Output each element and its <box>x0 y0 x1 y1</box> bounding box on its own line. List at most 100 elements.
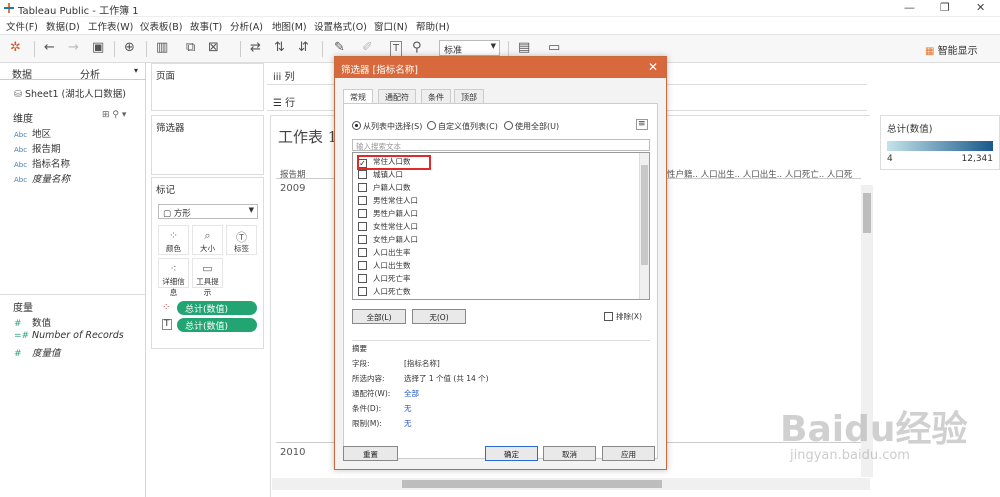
color-button[interactable]: ⁘ 颜色 <box>158 225 189 255</box>
tab-analysis[interactable]: 分析 <box>80 66 100 81</box>
pill-sum-value-label[interactable]: 总计(数值) <box>177 318 257 332</box>
tab-menu-icon[interactable]: ▾ <box>134 66 138 75</box>
summary-link[interactable]: 全部 <box>404 388 419 399</box>
list-item[interactable]: 男性户籍人口 <box>358 208 418 219</box>
horizontal-scrollbar[interactable] <box>272 478 870 490</box>
ok-button[interactable]: 确定 <box>485 446 538 461</box>
sort-asc-icon[interactable]: ⇅ <box>274 41 285 55</box>
field-name: 报告期 <box>32 144 61 155</box>
label-button[interactable]: Ⓣ 标签 <box>226 225 257 255</box>
minimize-icon[interactable]: — <box>904 1 915 14</box>
filters-card[interactable]: 筛选器 <box>151 115 264 175</box>
pill-sum-value-color[interactable]: 总计(数值) <box>177 301 257 315</box>
menu-story[interactable]: 故事(T) <box>190 19 222 33</box>
radio-custom-list[interactable]: 自定义值列表(C) <box>427 121 498 132</box>
show-me-button[interactable]: ▦ 智能显示 <box>925 42 978 57</box>
radio-selected-icon <box>352 121 361 130</box>
view-options-icon[interactable]: ⊞ ⚲ ▾ <box>102 110 126 120</box>
list-options-icon[interactable]: ≡ <box>636 119 648 130</box>
save-icon[interactable]: ▣ <box>92 41 104 55</box>
menu-worksheet[interactable]: 工作表(W) <box>88 19 133 33</box>
show-labels-icon[interactable]: T <box>390 41 403 57</box>
dimension-field[interactable]: Abc 指标名称 <box>14 156 70 170</box>
list-item[interactable]: 人口死亡数 <box>358 286 411 297</box>
menu-help[interactable]: 帮助(H) <box>416 19 450 33</box>
reset-button[interactable]: 重置 <box>343 446 398 461</box>
list-item[interactable]: 人口出生数 <box>358 260 411 271</box>
radio-use-all[interactable]: 使用全部(U) <box>504 121 559 132</box>
menu-map[interactable]: 地图(M) <box>272 19 307 33</box>
tooltip-button[interactable]: ▭ 工具提示 <box>192 258 223 297</box>
maximize-icon[interactable]: ❐ <box>940 1 950 14</box>
apply-button[interactable]: 应用 <box>602 446 655 461</box>
list-item[interactable]: 女性户籍人口 <box>358 234 418 245</box>
close-icon[interactable]: ✕ <box>976 1 985 14</box>
menu-window[interactable]: 窗口(N) <box>374 19 408 33</box>
radio-icon <box>504 121 513 130</box>
mark-type-dropdown[interactable]: ▢ 方形 ▼ <box>158 204 258 219</box>
tab-top[interactable]: 顶部 <box>454 89 484 103</box>
dimension-field[interactable]: Abc 度量名称 <box>14 171 70 185</box>
pages-card[interactable]: 页面 <box>151 63 264 111</box>
list-item-label: 人口死亡率 <box>373 274 411 283</box>
measure-field[interactable]: =# Number of Records <box>14 330 124 341</box>
list-item[interactable]: 户籍人口数 <box>358 182 411 193</box>
close-icon[interactable]: ✕ <box>648 60 658 74</box>
list-item[interactable]: 女性常住人口 <box>358 221 418 232</box>
select-none-button[interactable]: 无(O) <box>412 309 466 324</box>
show-cards-icon[interactable]: ▤ <box>518 41 530 55</box>
measure-field[interactable]: # 度量值 <box>14 345 61 359</box>
menu-dashboard[interactable]: 仪表板(B) <box>140 19 182 33</box>
highlight-icon[interactable]: ✎ <box>334 41 345 55</box>
list-scrollbar[interactable] <box>639 153 649 299</box>
tab-general[interactable]: 常规 <box>343 89 373 104</box>
tab-data[interactable]: 数据 <box>12 66 32 81</box>
list-item[interactable]: 人口死亡率 <box>358 273 411 284</box>
pin-icon[interactable]: ⚲ <box>412 41 422 55</box>
exclude-checkbox[interactable]: 排除(X) <box>604 311 642 322</box>
new-datasource-icon[interactable]: ⊕ <box>124 41 135 55</box>
color-legend[interactable]: 总计(数值) 4 12,341 <box>880 115 1000 170</box>
tab-wildcard[interactable]: 通配符 <box>378 89 416 103</box>
summary-link[interactable]: 无 <box>404 418 412 429</box>
menu-data[interactable]: 数据(D) <box>46 19 80 33</box>
measure-field[interactable]: # 数值 <box>14 315 51 329</box>
list-item-label: 男性户籍人口 <box>373 209 418 218</box>
chevron-down-icon: ▼ <box>490 42 496 50</box>
summary-row: 限制(M): 无 <box>352 418 412 429</box>
duplicate-sheet-icon[interactable]: ⧉ <box>186 41 195 55</box>
fit-dropdown-value: 标准 <box>444 46 463 56</box>
new-sheet-icon[interactable]: ▥ <box>156 41 168 55</box>
search-input[interactable]: 输入搜索文本 <box>352 139 650 151</box>
datasource-item[interactable]: ⛁ Sheet1 (湖北人口数据) <box>14 86 126 100</box>
detail-button[interactable]: ⁖ 详细信息 <box>158 258 189 297</box>
radio-label: 从列表中选择(S) <box>363 122 423 131</box>
fit-dropdown[interactable]: 标准 ▼ <box>439 40 500 56</box>
size-button[interactable]: ⌕ 大小 <box>192 225 223 255</box>
sort-desc-icon[interactable]: ⇵ <box>298 41 309 55</box>
cancel-button[interactable]: 取消 <box>543 446 596 461</box>
summary-link[interactable]: 无 <box>404 403 412 414</box>
dimension-field[interactable]: Abc 地区 <box>14 126 51 140</box>
group-icon[interactable]: ✐ <box>362 41 373 55</box>
clear-sheet-icon[interactable]: ⊠ <box>208 41 219 55</box>
radio-select-from-list[interactable]: 从列表中选择(S) <box>352 121 422 132</box>
menu-analysis[interactable]: 分析(A) <box>230 19 263 33</box>
list-item[interactable]: 城镇人口 <box>358 169 403 180</box>
dialog-title: 筛选器 [指标名称] <box>341 65 418 76</box>
swap-icon[interactable]: ⇄ <box>250 41 261 55</box>
undo-icon[interactable]: ← <box>44 41 55 55</box>
tableau-home-icon[interactable]: ✲ <box>10 41 21 55</box>
presentation-icon[interactable]: ▭ <box>548 41 560 55</box>
tab-condition[interactable]: 条件 <box>421 89 451 103</box>
list-item[interactable]: 人口出生率 <box>358 247 411 258</box>
list-item[interactable]: 男性常住人口 <box>358 195 418 206</box>
menu-file[interactable]: 文件(F) <box>6 19 38 33</box>
redo-icon[interactable]: → <box>68 41 79 55</box>
dimension-field[interactable]: Abc 报告期 <box>14 141 61 155</box>
menu-format[interactable]: 设置格式(O) <box>314 19 367 33</box>
checkbox-icon <box>358 274 367 283</box>
summary-section: 摘要 字段: [指标名称] 所选内容: 选择了 1 个值 (共 14 个) 通配符(… <box>352 340 650 458</box>
select-all-button[interactable]: 全部(L) <box>352 309 406 324</box>
list-item[interactable]: ✓ 常住人口数 <box>357 155 431 170</box>
